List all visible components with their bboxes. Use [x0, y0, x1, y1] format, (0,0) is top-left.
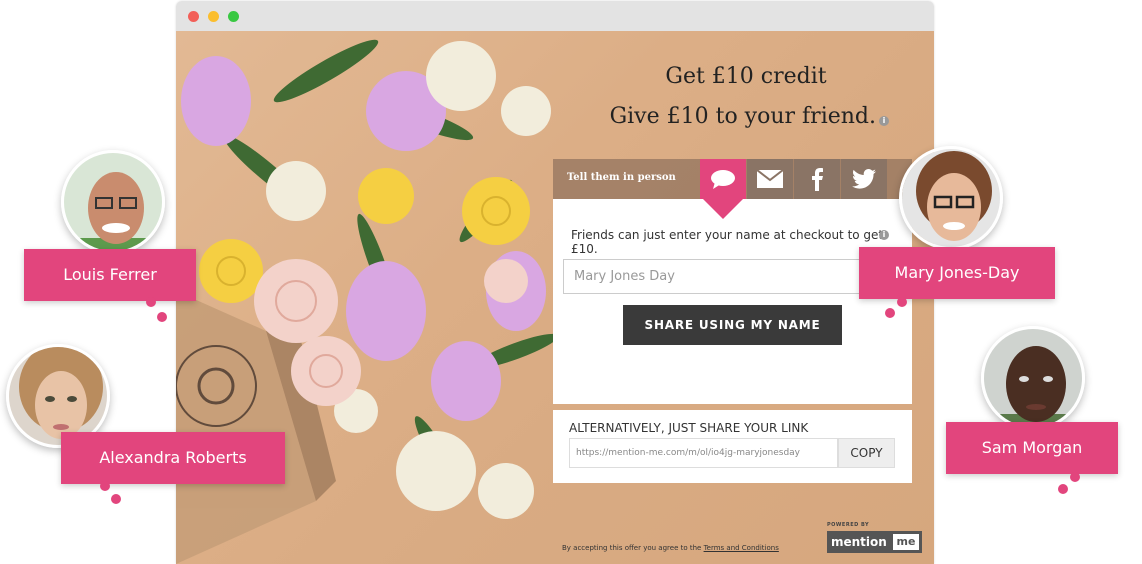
badge-pointer-dot — [1058, 484, 1068, 494]
logo-me: me — [893, 534, 919, 550]
share-link-panel: ALTERNATIVELY, JUST SHARE YOUR LINK http… — [553, 410, 912, 483]
name-badge: Mary Jones-Day — [859, 247, 1055, 299]
terms-prefix: By accepting this offer you agree to the — [562, 544, 704, 552]
badge-pointer-dot — [146, 297, 156, 307]
twitter-icon — [852, 169, 876, 189]
badge-pointer-dot — [1070, 472, 1080, 482]
active-tab-pointer — [701, 197, 745, 219]
share-link-title: ALTERNATIVELY, JUST SHARE YOUR LINK — [569, 421, 809, 435]
badge-pointer-dot — [111, 494, 121, 504]
tab-email[interactable] — [747, 159, 793, 199]
portrait-image — [64, 153, 162, 251]
browser-window: Get £10 credit Give £10 to your friend. … — [176, 1, 934, 564]
avatar-sam-morgan — [981, 326, 1085, 430]
offer-subheadline: Give £10 to your friend. — [609, 104, 876, 129]
tab-twitter[interactable] — [841, 159, 887, 199]
badge-pointer-dot — [897, 297, 907, 307]
info-icon[interactable]: i — [879, 116, 889, 126]
avatar-mary-jones-day — [899, 146, 1003, 250]
zoom-window-button[interactable] — [228, 11, 239, 22]
chat-icon — [711, 170, 735, 189]
name-badge: Alexandra Roberts — [61, 432, 285, 484]
close-window-button[interactable] — [188, 11, 199, 22]
logo-text: mention — [831, 535, 887, 549]
portrait-image — [984, 329, 1082, 427]
tab-facebook[interactable] — [794, 159, 840, 199]
tab-bar-label: Tell them in person — [567, 172, 676, 183]
terms-text: By accepting this offer you agree to the… — [562, 544, 779, 552]
badge-pointer-dot — [100, 481, 110, 491]
offer-headline: Get £10 credit — [665, 64, 827, 89]
info-icon[interactable]: i — [879, 230, 889, 240]
badge-pointer-dot — [157, 312, 167, 322]
avatar-louis-ferrer — [61, 150, 165, 254]
name-badge: Louis Ferrer — [24, 249, 196, 301]
email-icon — [757, 170, 783, 188]
facebook-icon — [812, 168, 823, 191]
mention-me-logo: mention me — [827, 531, 922, 553]
minimize-window-button[interactable] — [208, 11, 219, 22]
title-bar — [176, 1, 934, 31]
share-using-name-button[interactable]: SHARE USING MY NAME — [623, 305, 842, 345]
name-badge: Sam Morgan — [946, 422, 1118, 474]
copy-button[interactable]: COPY — [838, 438, 895, 468]
name-input[interactable]: Mary Jones Day — [563, 259, 901, 294]
offer-page: Get £10 credit Give £10 to your friend. … — [176, 31, 934, 564]
share-method-tabs: Tell them in person — [553, 159, 912, 199]
portrait-image — [902, 149, 1000, 247]
terms-link[interactable]: Terms and Conditions — [704, 544, 779, 552]
share-link-field[interactable]: https://mention-me.com/m/ol/io4jg-maryjo… — [569, 438, 838, 468]
tab-in-person[interactable] — [700, 159, 746, 199]
flower-bouquet-image — [176, 39, 556, 564]
badge-pointer-dot — [885, 308, 895, 318]
powered-by-label: POWERED BY — [827, 522, 870, 528]
share-panel: Friends can just enter your name at chec… — [553, 199, 912, 404]
